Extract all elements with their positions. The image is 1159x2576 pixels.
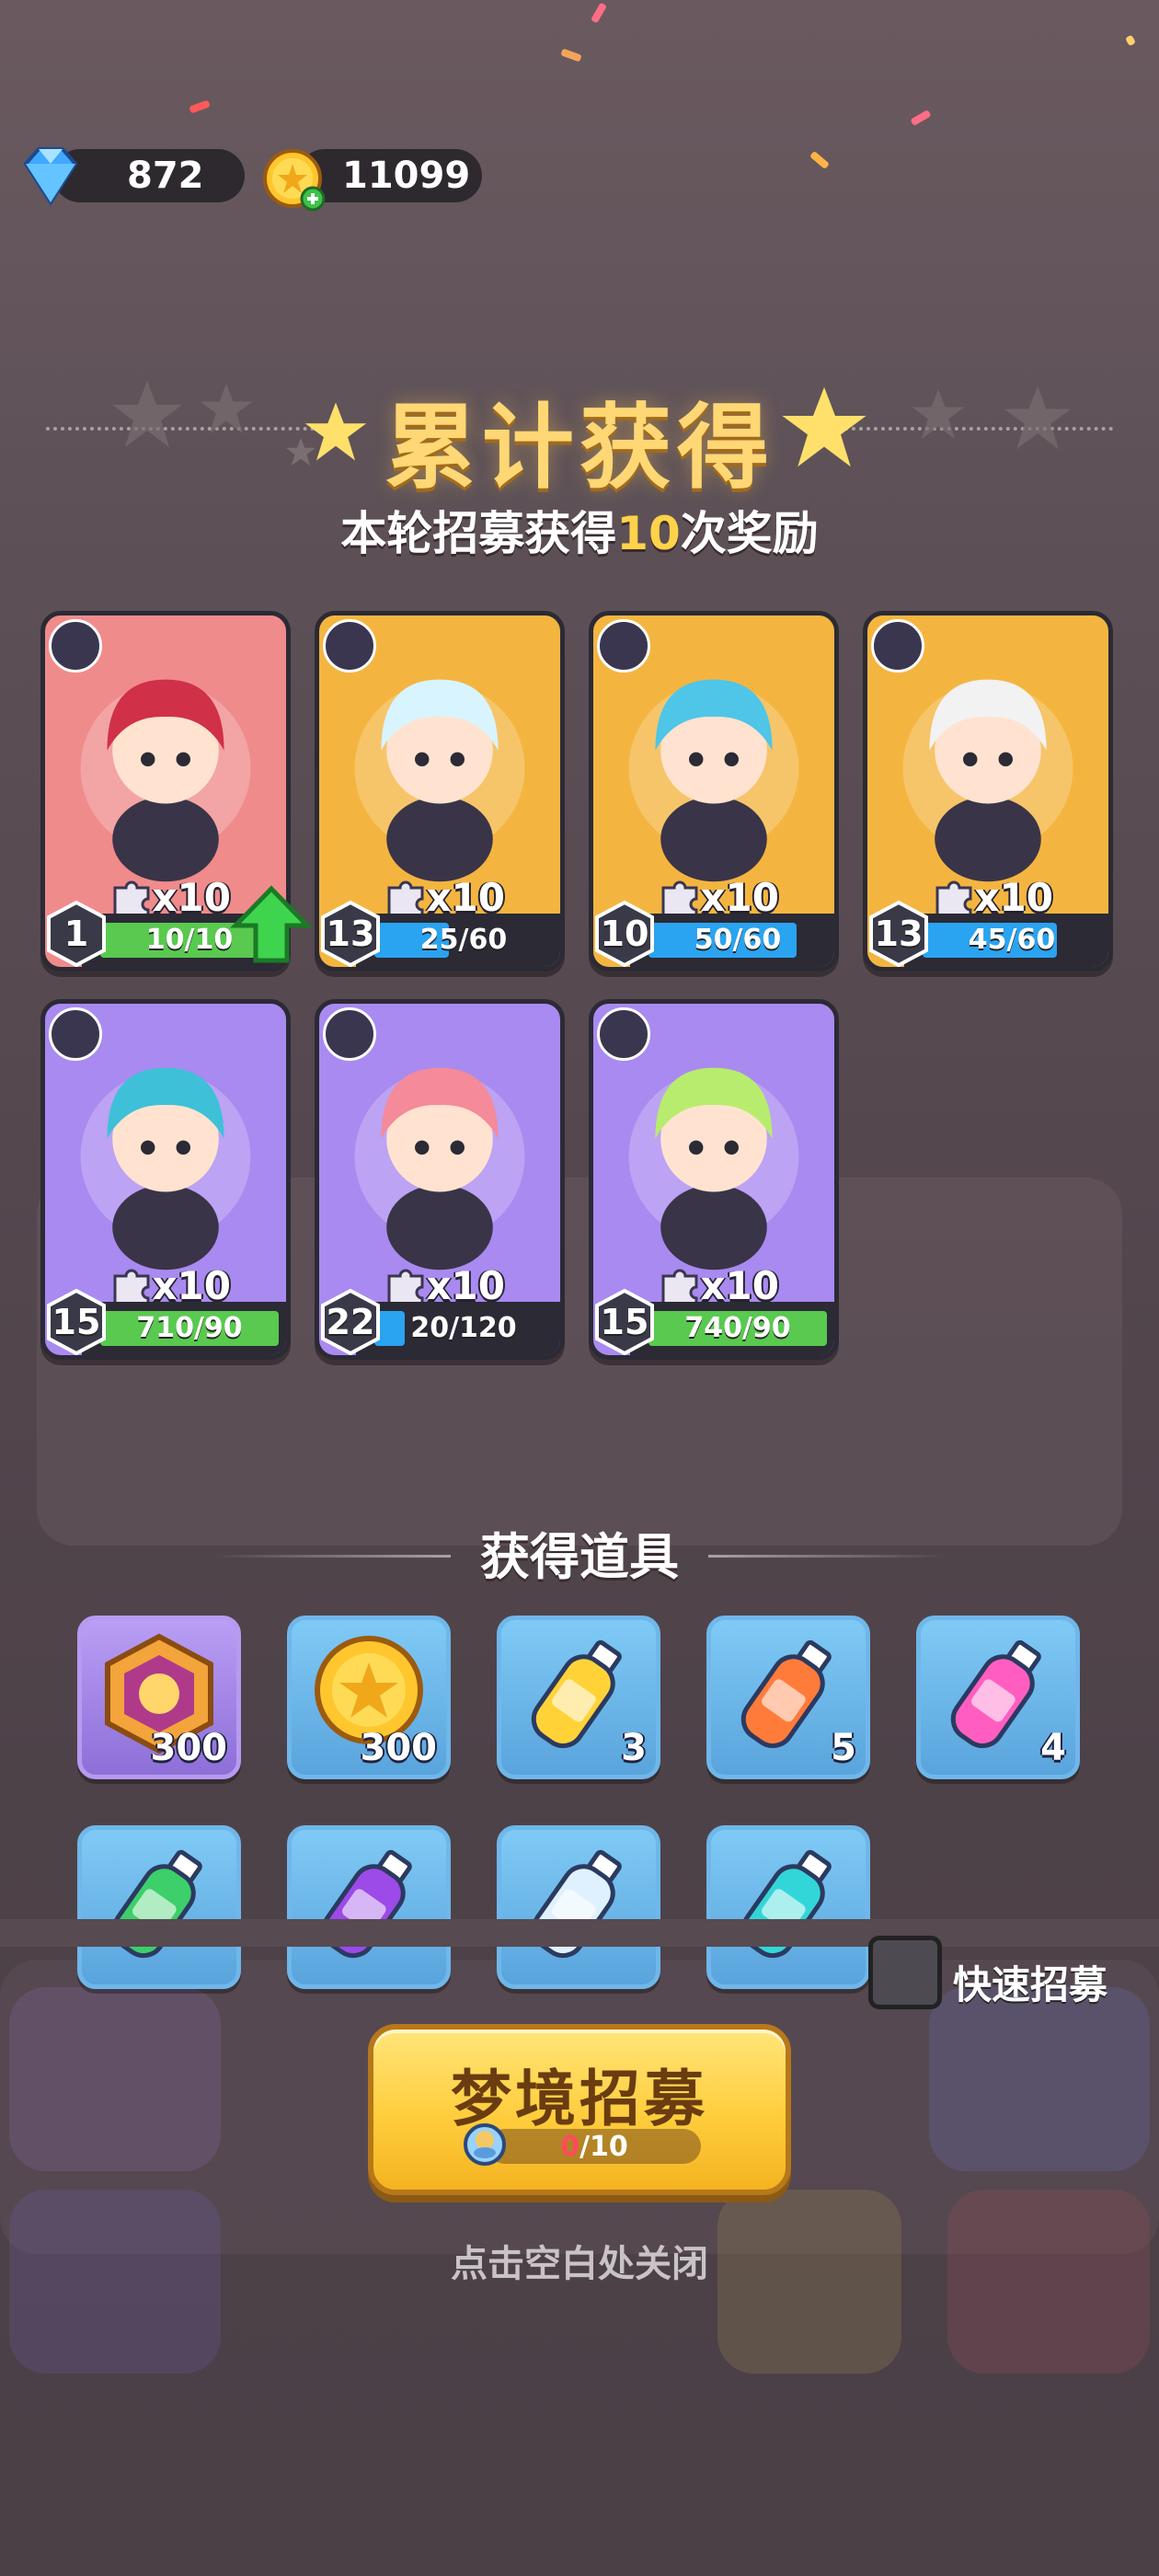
recruit-button-label: 梦境招募	[451, 2064, 708, 2134]
fragment-progress-bar: 45/60	[904, 914, 1108, 967]
fragment-progress-bar: 20/120	[356, 1302, 560, 1355]
reward-count: 10	[616, 507, 681, 560]
close-hint[interactable]: 点击空白处关闭	[0, 2234, 1159, 2287]
confetti	[560, 48, 582, 63]
hero-card[interactable]: x10 25/60 13	[315, 611, 565, 972]
hero-level: 22	[326, 1302, 375, 1342]
reward-item[interactable]	[706, 1825, 870, 1989]
reward-item[interactable]	[77, 1825, 241, 1989]
subtitle-prefix: 本轮招募获得	[340, 507, 617, 560]
hero-card[interactable]: x10 50/60 10	[589, 611, 839, 972]
progress-text: 20/120	[410, 1312, 517, 1344]
hero-card[interactable]: x10 45/60 13	[863, 611, 1113, 972]
recruit-ticket-icon	[464, 2123, 506, 2166]
progress-text: 50/60	[694, 924, 782, 956]
background-shape	[929, 1987, 1150, 2171]
hero-type-icon	[871, 619, 924, 673]
hero-level: 10	[600, 914, 649, 954]
level-badge-text: 10	[593, 899, 658, 967]
progress-text: 45/60	[968, 924, 1056, 956]
hero-card[interactable]: x10 740/90 15	[589, 999, 839, 1360]
cyan-bottle-icon	[740, 1849, 832, 1959]
level-badge-text: 15	[45, 1287, 109, 1355]
confetti	[591, 2, 607, 24]
progress-text: 710/90	[136, 1312, 243, 1344]
confetti	[189, 99, 211, 114]
green-bottle-icon	[111, 1849, 202, 1959]
background-shape	[9, 1987, 221, 2171]
page-title: 累计获得	[384, 394, 775, 501]
confetti	[1125, 34, 1136, 47]
gem-count: 872	[127, 155, 204, 197]
level-badge-text: 15	[593, 1287, 658, 1355]
coin-icon[interactable]	[261, 147, 326, 212]
reward-item[interactable]: 5	[706, 1616, 870, 1779]
subtitle-suffix: 次奖励	[680, 507, 819, 560]
dream-recruit-button[interactable]: 梦境招募 0/10	[368, 2024, 791, 2195]
reward-item[interactable]: 4	[916, 1616, 1080, 1779]
reward-item[interactable]	[287, 1825, 451, 1989]
hero-type-icon	[49, 619, 102, 673]
purple-bottle-icon	[321, 1849, 412, 1959]
fragment-progress-bar: 710/90	[82, 1302, 286, 1355]
reward-item[interactable]	[497, 1825, 660, 1989]
item-grid-mask	[0, 1919, 1159, 1947]
hero-card[interactable]: x10 710/90 15	[40, 999, 291, 1360]
item-quantity: 4	[1040, 1727, 1066, 1769]
white-bottle-icon	[531, 1849, 622, 1959]
fragment-progress-bar: 25/60	[356, 914, 560, 967]
level-badge-text: 1	[45, 899, 109, 967]
coin-count: 11099	[342, 155, 471, 197]
hero-card[interactable]: x10 20/120 22	[315, 999, 565, 1360]
hero-level: 13	[874, 914, 924, 954]
quick-recruit-checkbox[interactable]	[868, 1936, 942, 2009]
hero-type-icon	[49, 1007, 102, 1061]
reward-item[interactable]: 3	[497, 1616, 660, 1779]
ticket-count: 0/10	[488, 2131, 701, 2163]
hero-type-icon	[597, 619, 650, 673]
quick-recruit-label[interactable]: 快速招募	[953, 1954, 1107, 2010]
hero-level: 15	[52, 1302, 101, 1342]
hero-level: 15	[600, 1302, 649, 1342]
upgrade-arrow-icon[interactable]	[230, 883, 313, 966]
fragment-progress-bar: 50/60	[630, 914, 834, 967]
item-quantity: 5	[831, 1727, 856, 1769]
level-badge-text: 22	[319, 1287, 384, 1355]
hero-type-icon	[323, 1007, 376, 1061]
hero-level: 13	[326, 914, 375, 954]
reward-item[interactable]: 300	[77, 1616, 241, 1779]
confetti	[910, 109, 932, 126]
items-section-title: 获得道具	[480, 1528, 679, 1586]
confetti	[809, 150, 830, 170]
hero-level: 1	[63, 914, 89, 954]
fragment-progress-bar: 740/90	[630, 1302, 834, 1355]
ticket-total: /10	[580, 2131, 628, 2163]
hero-type-icon	[323, 619, 376, 673]
coin-counter[interactable]: 11099	[298, 149, 482, 202]
hero-type-icon	[597, 1007, 650, 1061]
level-badge-text: 13	[319, 899, 384, 967]
item-quantity: 300	[360, 1727, 438, 1769]
progress-text: 25/60	[419, 924, 508, 956]
item-quantity: 300	[150, 1727, 228, 1769]
recruit-ticket-progress: 0/10	[488, 2129, 701, 2164]
progress-text: 740/90	[684, 1312, 791, 1344]
ticket-current: 0	[560, 2131, 580, 2163]
gem-icon	[23, 147, 78, 206]
reward-subtitle: 本轮招募获得10次奖励	[0, 497, 1159, 563]
item-quantity: 3	[621, 1727, 647, 1769]
reward-item[interactable]: 300	[287, 1616, 451, 1779]
level-badge-text: 13	[867, 899, 932, 967]
